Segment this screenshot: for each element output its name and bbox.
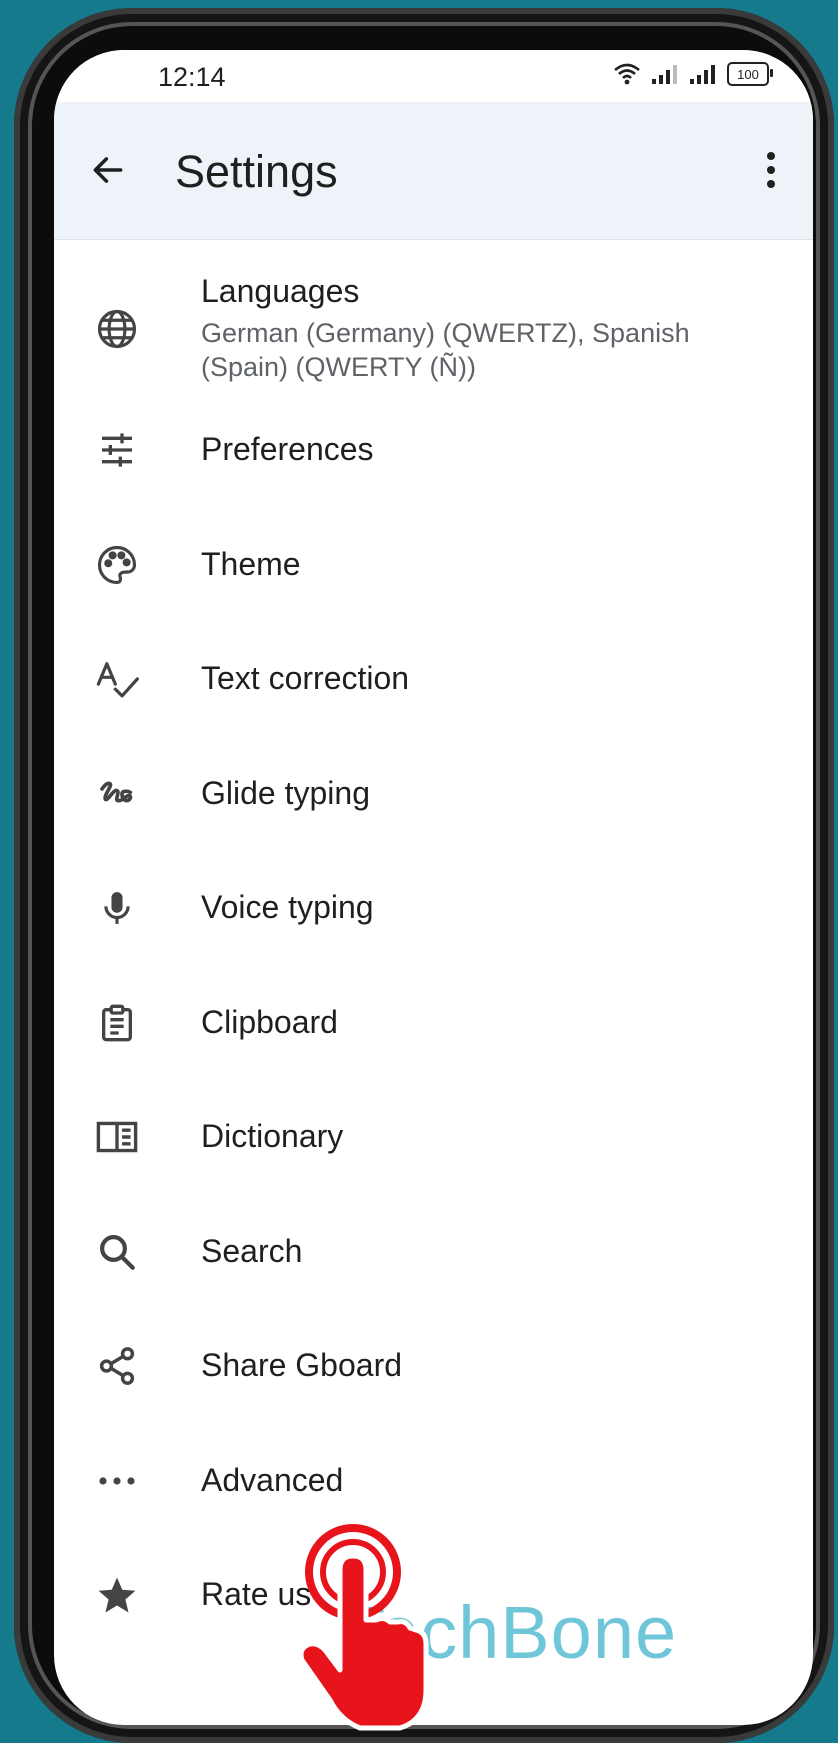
settings-item-glide-typing[interactable]: Glide typing	[54, 763, 813, 877]
gesture-icon	[92, 769, 142, 819]
tap-indicator	[298, 1520, 430, 1736]
settings-item-label: Languages	[201, 273, 360, 309]
settings-item-label: Voice typing	[201, 889, 374, 925]
settings-item-label: Clipboard	[201, 1004, 338, 1040]
back-button[interactable]	[80, 142, 136, 198]
hand-pointer-icon	[298, 1524, 429, 1731]
app-bar: Settings	[54, 102, 813, 240]
globe-icon	[92, 304, 142, 354]
more-vert-icon	[767, 152, 775, 188]
settings-item-theme[interactable]: Theme	[54, 534, 813, 648]
page-title: Settings	[175, 146, 338, 197]
settings-item-advanced[interactable]: Advanced	[54, 1450, 813, 1564]
settings-item-label: Dictionary	[201, 1118, 344, 1154]
settings-item-preferences[interactable]: Preferences	[54, 419, 813, 534]
settings-item-languages[interactable]: Languages German (Germany) (QWERTZ), Spa…	[54, 239, 813, 419]
spellcheck-icon	[92, 654, 142, 704]
status-time: 12:14	[158, 62, 226, 92]
signal-icon	[690, 65, 715, 84]
share-icon	[92, 1341, 142, 1391]
settings-item-clipboard[interactable]: Clipboard	[54, 992, 813, 1106]
wifi-icon	[614, 63, 640, 85]
settings-item-label: Theme	[201, 546, 301, 582]
settings-item-text-correction[interactable]: Text correction	[54, 648, 813, 763]
settings-item-voice-typing[interactable]: Voice typing	[54, 877, 813, 992]
battery-level: 100	[737, 66, 759, 82]
phone-screen: 12:14 100 Settings Languages German (Ger…	[54, 50, 813, 1725]
microphone-icon	[92, 883, 142, 933]
settings-item-label: Rate us	[201, 1576, 312, 1612]
search-icon	[92, 1227, 142, 1277]
settings-item-label: Search	[201, 1233, 303, 1269]
more-horiz-icon	[92, 1456, 142, 1506]
clipboard-icon	[92, 998, 142, 1048]
settings-item-search[interactable]: Search	[54, 1221, 813, 1335]
overflow-menu-button[interactable]	[751, 142, 791, 198]
settings-item-label: Text correction	[201, 660, 410, 696]
settings-item-label: Share Gboard	[201, 1347, 403, 1383]
battery-icon: 100	[727, 62, 773, 86]
signal-icon	[652, 65, 677, 84]
palette-icon	[92, 540, 142, 590]
star-icon	[92, 1570, 142, 1620]
settings-item-dictionary[interactable]: Dictionary	[54, 1106, 813, 1221]
status-bar: 12:14 100	[54, 50, 813, 102]
settings-item-label: Advanced	[201, 1462, 344, 1498]
book-icon	[92, 1112, 142, 1162]
arrow-back-icon	[93, 157, 123, 183]
sliders-icon	[92, 425, 142, 475]
status-icons: 100	[613, 62, 773, 86]
settings-item-label: Preferences	[201, 431, 374, 467]
settings-item-share-gboard[interactable]: Share Gboard	[54, 1335, 813, 1450]
settings-item-label: Glide typing	[201, 775, 370, 811]
settings-item-sublabel: German (Germany) (QWERTZ), Spanish (Spai…	[201, 318, 690, 382]
